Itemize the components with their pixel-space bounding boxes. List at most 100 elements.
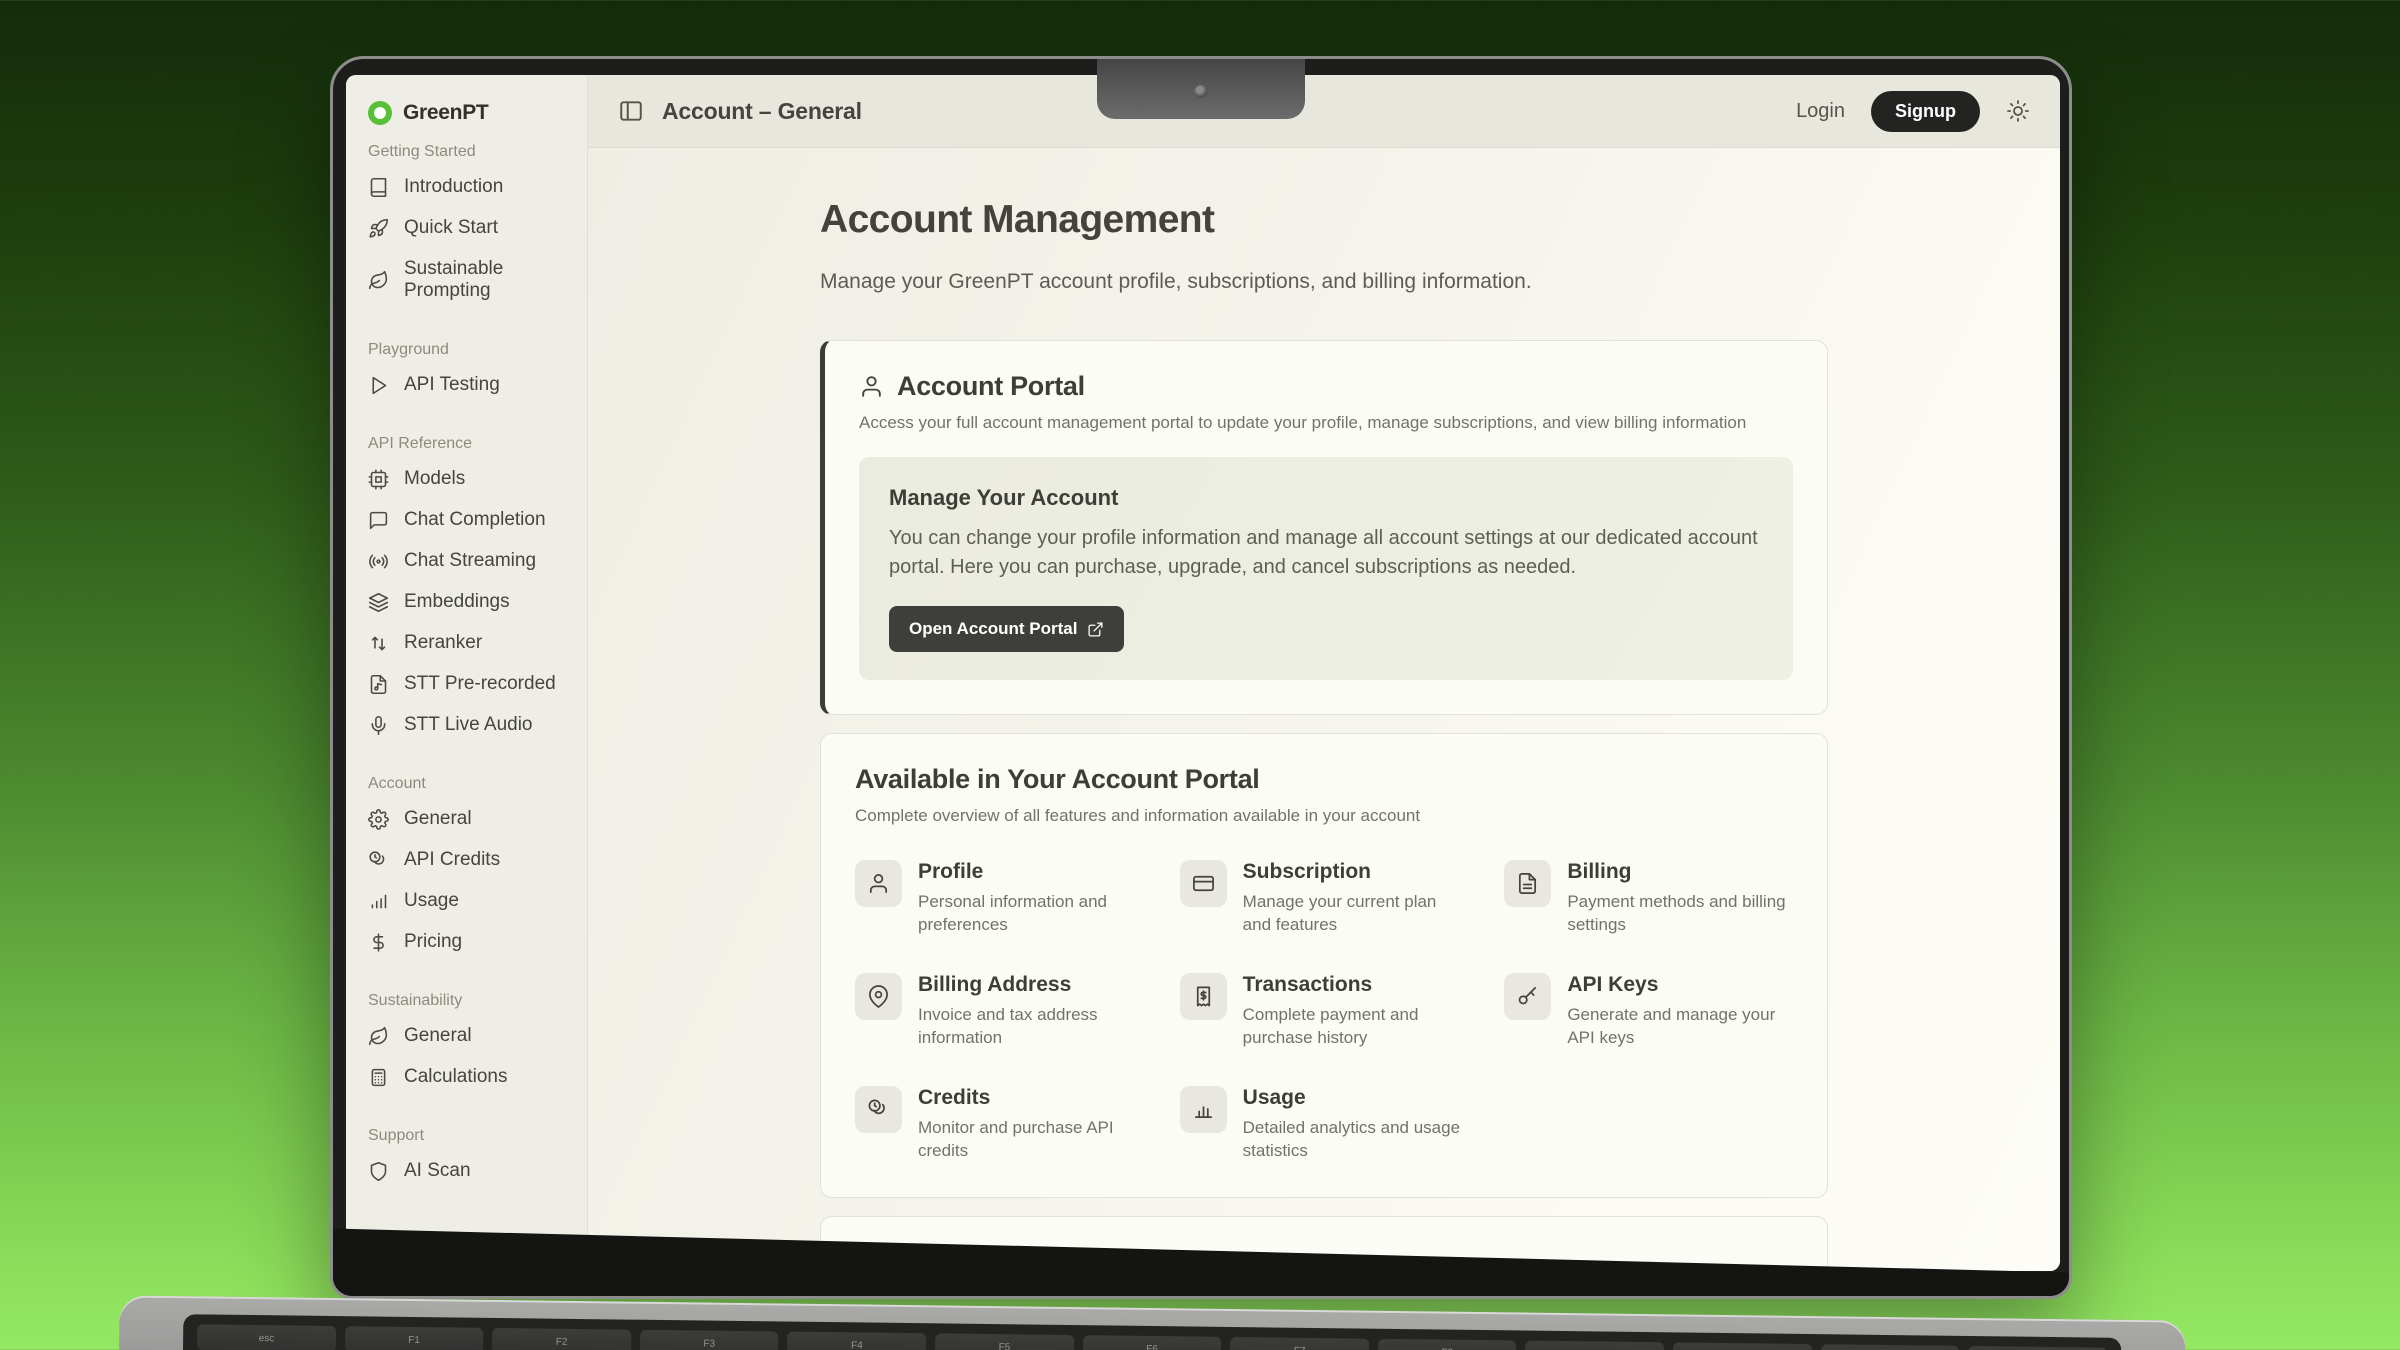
- sidebar-item-api-testing[interactable]: API Testing: [356, 365, 577, 405]
- sidebar-item-label: General: [404, 1025, 472, 1047]
- sidebar-item-label: API Credits: [404, 849, 500, 871]
- feature-description: Payment methods and billing settings: [1567, 890, 1793, 937]
- brand-name: GreenPT: [403, 101, 488, 125]
- sidebar-item-introduction[interactable]: Introduction: [356, 167, 577, 207]
- sidebar-item-embeddings[interactable]: Embeddings: [356, 582, 577, 622]
- feature-description: Complete payment and purchase history: [1243, 1003, 1469, 1050]
- keyboard-key: F3: [640, 1330, 779, 1350]
- sidebar-toggle-icon[interactable]: [618, 98, 644, 124]
- sidebar-item-stt-live-audio[interactable]: STT Live Audio: [356, 705, 577, 745]
- app-window: GreenPT Getting StartedIntroductionQuick…: [346, 75, 2060, 1271]
- sidebar-item-api-credits[interactable]: API Credits: [356, 840, 577, 880]
- sidebar-item-reranker[interactable]: Reranker: [356, 623, 577, 663]
- feature-title: Profile: [918, 860, 1144, 884]
- cpu-icon: [368, 469, 389, 490]
- keyboard-row: escF1F2F3F4F5F6F7F8F9F10F11F12: [197, 1324, 2107, 1350]
- sidebar-item-label: Models: [404, 468, 465, 490]
- page: { "brand": { "name": "GreenPT" }, "heade…: [0, 0, 2400, 1350]
- sidebar: GreenPT Getting StartedIntroductionQuick…: [346, 75, 588, 1271]
- sidebar-item-sustainable-prompting[interactable]: Sustainable Prompting: [356, 249, 577, 311]
- brand-logo[interactable]: GreenPT: [346, 101, 587, 125]
- feature-title: Transactions: [1243, 973, 1469, 997]
- feature-title: Billing Address: [918, 973, 1144, 997]
- keyboard-key: F6: [1083, 1335, 1222, 1350]
- chat-icon: [368, 510, 389, 531]
- sidebar-nav: Getting StartedIntroductionQuick StartSu…: [346, 143, 587, 1191]
- sidebar-item-chat-streaming[interactable]: Chat Streaming: [356, 541, 577, 581]
- play-icon: [368, 375, 389, 396]
- leaf-icon: [368, 1026, 389, 1047]
- sidebar-item-label: Reranker: [404, 632, 482, 654]
- sidebar-section-label: Sustainability: [368, 992, 565, 1010]
- manage-account-title: Manage Your Account: [889, 485, 1763, 511]
- sidebar-item-label: General: [404, 808, 472, 830]
- feature-profile: Profile Personal information and preferen…: [855, 860, 1144, 937]
- user-icon: [855, 860, 902, 907]
- calculator-icon: [368, 1067, 389, 1088]
- sidebar-item-models[interactable]: Models: [356, 459, 577, 499]
- open-account-portal-label: Open Account Portal: [909, 619, 1077, 639]
- portal-features-title: Available in Your Account Portal: [855, 764, 1793, 795]
- account-portal-description: Access your full account management port…: [859, 413, 1793, 433]
- feature-title: Credits: [918, 1086, 1144, 1110]
- feature-credits: CreditsMonitor and purchase API credits: [855, 1086, 1144, 1163]
- keyboard-key: F9: [1525, 1341, 1664, 1350]
- sidebar-section-label: Playground: [368, 341, 565, 359]
- keyboard-key: F5: [935, 1333, 1074, 1350]
- keyboard-key: F10: [1673, 1342, 1812, 1350]
- page-subtitle: Manage your GreenPT account profile, sub…: [820, 270, 1828, 294]
- sidebar-item-label: AI Scan: [404, 1160, 471, 1182]
- sidebar-item-ai-scan[interactable]: AI Scan: [356, 1151, 577, 1191]
- rocket-icon: [368, 218, 389, 239]
- keyboard-key: F12: [1968, 1346, 2107, 1350]
- sidebar-item-label: Embeddings: [404, 591, 510, 613]
- map-pin-icon: [855, 973, 902, 1020]
- features-grid: Profile Personal information and preferen…: [855, 860, 1793, 1163]
- main-area: Account – General Login Signup Account M…: [588, 75, 2060, 1271]
- topbar-actions: Login Signup: [1796, 91, 2030, 132]
- feature-billing: BillingPayment methods and billing setti…: [1504, 860, 1793, 937]
- open-account-portal-button[interactable]: Open Account Portal: [889, 606, 1124, 652]
- file-text-icon: [1504, 860, 1551, 907]
- keyboard-key: F8: [1378, 1339, 1517, 1350]
- sidebar-item-calculations[interactable]: Calculations: [356, 1057, 577, 1097]
- feature-api-keys: API KeysGenerate and manage your API key…: [1504, 973, 1793, 1050]
- feature-subscription: Subscription Manage your current plan and…: [1180, 860, 1469, 937]
- sidebar-item-usage[interactable]: Usage: [356, 881, 577, 921]
- keyboard-key: F4: [787, 1332, 926, 1350]
- feature-title: Subscription: [1243, 860, 1469, 884]
- sidebar-item-general[interactable]: General: [356, 799, 577, 839]
- key-icon: [1504, 973, 1551, 1020]
- webcam-icon: [1195, 85, 1208, 98]
- topbar-title: Account – General: [662, 98, 862, 125]
- sidebar-item-label: Pricing: [404, 931, 462, 953]
- sort-icon: [368, 633, 389, 654]
- account-portal-title: Account Portal: [897, 371, 1085, 402]
- sidebar-item-label: Introduction: [404, 176, 503, 198]
- feature-description: Detailed analytics and usage statistics: [1243, 1116, 1469, 1163]
- coins-icon: [855, 1086, 902, 1133]
- sidebar-item-stt-pre-recorded[interactable]: STT Pre-recorded: [356, 664, 577, 704]
- sidebar-item-quick-start[interactable]: Quick Start: [356, 208, 577, 248]
- signup-button[interactable]: Signup: [1871, 91, 1980, 132]
- theme-toggle-icon[interactable]: [2006, 99, 2030, 123]
- manage-account-body: You can change your profile information …: [889, 524, 1763, 582]
- manage-account-box: Manage Your Account You can change your …: [859, 457, 1793, 680]
- feature-description: Invoice and tax address information: [918, 1003, 1144, 1050]
- sidebar-item-chat-completion[interactable]: Chat Completion: [356, 500, 577, 540]
- mic-icon: [368, 715, 389, 736]
- login-link[interactable]: Login: [1796, 100, 1845, 123]
- sidebar-item-general[interactable]: General: [356, 1016, 577, 1056]
- feature-billing-address: Billing Address Invoice and tax address i…: [855, 973, 1144, 1050]
- file-audio-icon: [368, 674, 389, 695]
- sidebar-item-label: API Testing: [404, 374, 500, 396]
- gear-icon: [368, 809, 389, 830]
- sidebar-item-pricing[interactable]: Pricing: [356, 922, 577, 962]
- brand-logo-icon: [368, 101, 392, 125]
- keyboard-key: F2: [492, 1328, 631, 1350]
- keyboard: escF1F2F3F4F5F6F7F8F9F10F11F12`123456789…: [180, 1314, 2121, 1350]
- sidebar-item-label: STT Pre-recorded: [404, 673, 556, 695]
- coins-icon: [368, 850, 389, 871]
- feature-description: Manage your current plan and features: [1243, 890, 1469, 937]
- feature-description: Personal information and preferences: [918, 890, 1144, 937]
